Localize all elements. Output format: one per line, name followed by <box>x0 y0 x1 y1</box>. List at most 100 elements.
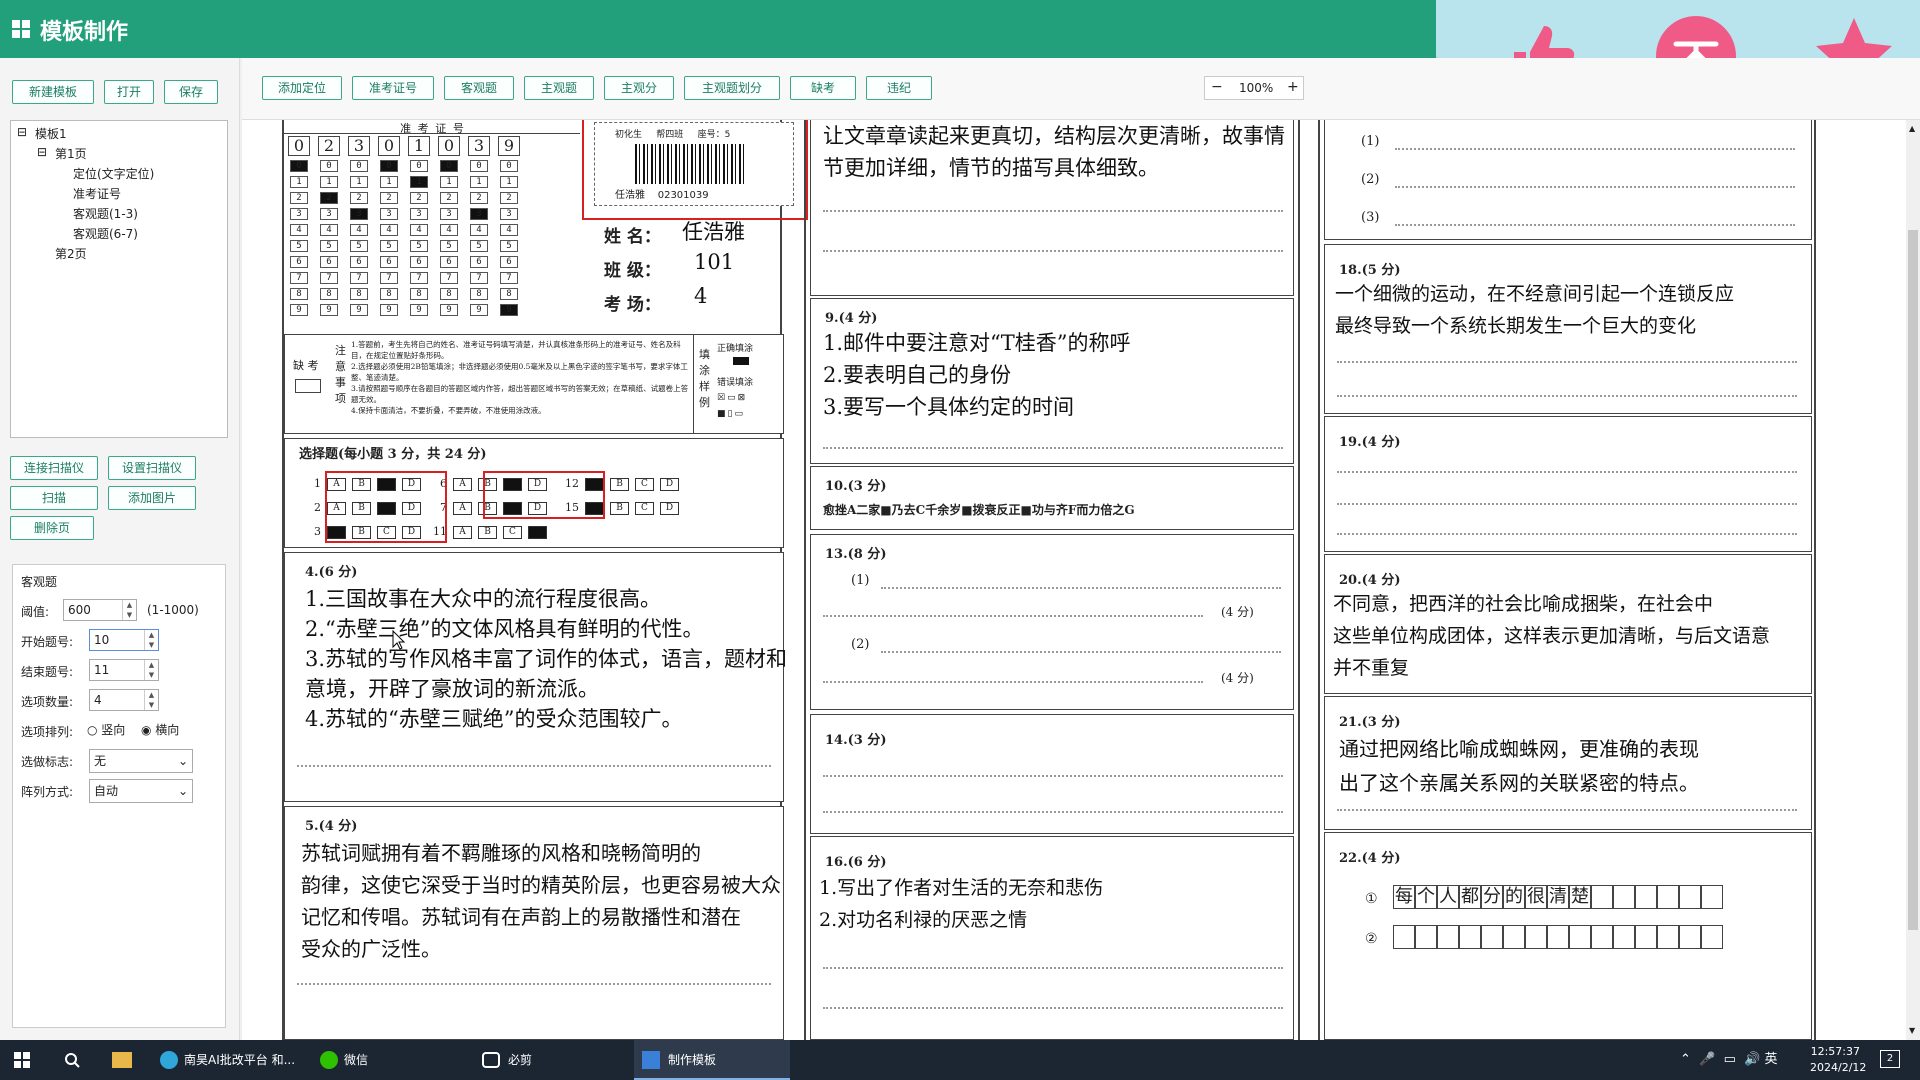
notification-icon[interactable]: 2 <box>1880 1050 1900 1068</box>
radio-vertical[interactable]: ○ 竖向 <box>87 721 125 738</box>
exam-no-bubble[interactable]: 9 <box>410 304 428 316</box>
spin-arrows-icon[interactable]: ▲ ▼ <box>144 630 158 650</box>
start-number-input[interactable]: 10 ▲ ▼ <box>89 629 159 651</box>
tree-page2[interactable]: 第2页 <box>55 245 87 262</box>
exam-no-bubble[interactable]: 4 <box>380 224 398 236</box>
spin-arrows-icon[interactable]: ▲ ▼ <box>144 660 158 680</box>
exam-no-bubble[interactable]: 1 <box>350 176 368 188</box>
absent-button[interactable]: 缺考 <box>790 76 856 100</box>
exam-no-bubble[interactable]: 1 <box>500 176 518 188</box>
tree-expander-icon[interactable]: ⊟ <box>17 125 27 139</box>
exam-no-bubble[interactable]: 3 <box>350 208 368 220</box>
exam-no-bubble[interactable]: 5 <box>380 240 398 252</box>
exam-no-bubble[interactable]: 8 <box>470 288 488 300</box>
exam-no-bubble[interactable]: 0 <box>350 160 368 172</box>
exam-no-bubble[interactable]: 4 <box>470 224 488 236</box>
question-18-box[interactable]: 18.(5 分) 一个细微的运动，在不经意间引起一个连锁反应 最终导致一个系统长… <box>1324 244 1812 414</box>
exam-no-bubble[interactable]: 3 <box>380 208 398 220</box>
exam-no-bubble[interactable]: 9 <box>500 304 518 316</box>
exam-no-bubble[interactable]: 4 <box>440 224 458 236</box>
exam-no-bubble[interactable]: 2 <box>500 192 518 204</box>
config-scanner-button[interactable]: 设置扫描仪 <box>108 456 196 480</box>
exam-no-bubble[interactable]: 6 <box>380 256 398 268</box>
exam-no-bubble[interactable]: 9 <box>470 304 488 316</box>
exam-no-bubble[interactable]: 1 <box>470 176 488 188</box>
option-count-input[interactable]: 4 ▲ ▼ <box>89 689 159 711</box>
mc-option-bubble[interactable]: D <box>528 525 547 539</box>
taskbar-item-bijian[interactable]: 必剪 <box>476 1040 596 1080</box>
mc-option-bubble[interactable]: A <box>453 501 472 515</box>
threshold-input[interactable]: 600 ▲ ▼ <box>63 599 137 621</box>
exam-no-bubble[interactable]: 6 <box>320 256 338 268</box>
mc-option-bubble[interactable]: C <box>635 477 654 491</box>
radio-horizontal[interactable]: ◉ 横向 <box>141 721 179 738</box>
exam-no-bubble[interactable]: 8 <box>320 288 338 300</box>
mc-option-bubble[interactable]: A <box>453 477 472 491</box>
exam-no-bubble[interactable]: 6 <box>410 256 428 268</box>
zoom-in-button[interactable]: + <box>1287 79 1299 95</box>
question-10-box[interactable]: 10.(3 分) 愈挫A二家■乃去C千余岁■拨衰反正■功与齐F而力倍之G <box>810 466 1294 530</box>
exam-no-bubble[interactable]: 7 <box>440 272 458 284</box>
scroll-up-icon[interactable]: ▲ <box>1909 124 1915 133</box>
exam-no-bubble[interactable]: 7 <box>410 272 428 284</box>
mc-selection-2[interactable] <box>483 471 605 519</box>
exam-no-bubble[interactable]: 6 <box>440 256 458 268</box>
exam-no-bubble[interactable]: 1 <box>410 176 428 188</box>
question-17-box[interactable]: (1) (2) (3) <box>1324 120 1812 240</box>
question-19-box[interactable]: 19.(4 分) <box>1324 416 1812 552</box>
exam-no-bubble[interactable]: 7 <box>380 272 398 284</box>
exam-no-bubble[interactable]: 2 <box>380 192 398 204</box>
tray-icons[interactable]: ⌃ 🎤 ▭ 🔊 英 <box>1680 1040 1800 1080</box>
exam-no-bubble[interactable]: 5 <box>470 240 488 252</box>
question-4-box[interactable]: 4.(6 分) 1.三国故事在大众中的流行程度很高。 2.“赤壁三绝”的文体风格… <box>284 552 787 802</box>
exam-no-bubble[interactable]: 2 <box>290 192 308 204</box>
delete-page-button[interactable]: 删除页 <box>10 516 94 540</box>
question-13-box[interactable]: 13.(8 分) (1) (4 分) (2) (4 分) <box>810 534 1294 710</box>
exam-no-bubble[interactable]: 9 <box>440 304 458 316</box>
exam-no-bubble[interactable]: 4 <box>350 224 368 236</box>
exam-no-bubble[interactable]: 5 <box>350 240 368 252</box>
subjective-button[interactable]: 主观题 <box>524 76 594 100</box>
exam-no-bubble[interactable]: 3 <box>410 208 428 220</box>
spin-arrows-icon[interactable]: ▲ ▼ <box>122 600 136 620</box>
taskbar-item-wechat[interactable]: 微信 <box>314 1040 434 1080</box>
exam-no-bubble[interactable]: 3 <box>500 208 518 220</box>
open-button[interactable]: 打开 <box>104 80 154 104</box>
exam-no-bubble[interactable]: 8 <box>290 288 308 300</box>
exam-no-bubble[interactable]: 1 <box>440 176 458 188</box>
exam-no-bubble[interactable]: 9 <box>380 304 398 316</box>
exam-no-bubble[interactable]: 8 <box>380 288 398 300</box>
question-8-box[interactable]: 让文章章读起来更真切，结构层次更清晰，故事情 节更加详细，情节的描写具体细致。 <box>810 120 1294 296</box>
windows-start-icon[interactable] <box>14 1052 30 1068</box>
exam-number-grid[interactable]: 准 考 证 号 02301039 01234567890123456789012… <box>284 120 580 326</box>
exam-no-bubble[interactable]: 7 <box>500 272 518 284</box>
sub-split-button[interactable]: 主观题划分 <box>684 76 780 100</box>
tree-objective-2[interactable]: 客观题(6-7) <box>73 225 138 242</box>
exam-no-bubble[interactable]: 3 <box>320 208 338 220</box>
add-locate-button[interactable]: 添加定位 <box>262 76 342 100</box>
exam-no-bubble[interactable]: 0 <box>290 160 308 172</box>
mc-option-bubble[interactable]: C <box>635 501 654 515</box>
exam-no-bubble[interactable]: 6 <box>350 256 368 268</box>
mc-option-bubble[interactable]: B <box>478 525 497 539</box>
mc-selection-1[interactable] <box>325 471 447 543</box>
exam-no-bubble[interactable]: 2 <box>470 192 488 204</box>
tree-expander-icon[interactable]: ⊟ <box>37 145 47 159</box>
exam-no-bubble[interactable]: 8 <box>500 288 518 300</box>
exam-no-bubble[interactable]: 0 <box>380 160 398 172</box>
exam-no-bubble[interactable]: 1 <box>290 176 308 188</box>
question-22-box[interactable]: 22.(4 分) ① 每个人都分的很清楚 ② <box>1324 832 1812 1040</box>
exam-no-bubble[interactable]: 0 <box>320 160 338 172</box>
new-template-button[interactable]: 新建模板 <box>12 80 94 104</box>
exam-no-bubble[interactable]: 4 <box>500 224 518 236</box>
exam-no-bubble[interactable]: 7 <box>290 272 308 284</box>
exam-no-bubble[interactable]: 9 <box>320 304 338 316</box>
mc-row[interactable]: 11 A B C D <box>433 525 547 539</box>
exam-no-bubble[interactable]: 8 <box>410 288 428 300</box>
save-button[interactable]: 保存 <box>164 80 218 104</box>
answer-sheet-canvas[interactable]: 准 考 证 号 02301039 01234567890123456789012… <box>242 120 1906 1040</box>
exam-no-bubble[interactable]: 7 <box>320 272 338 284</box>
objective-button[interactable]: 客观题 <box>444 76 514 100</box>
exam-no-bubble[interactable]: 4 <box>410 224 428 236</box>
mc-option-bubble[interactable]: A <box>453 525 472 539</box>
